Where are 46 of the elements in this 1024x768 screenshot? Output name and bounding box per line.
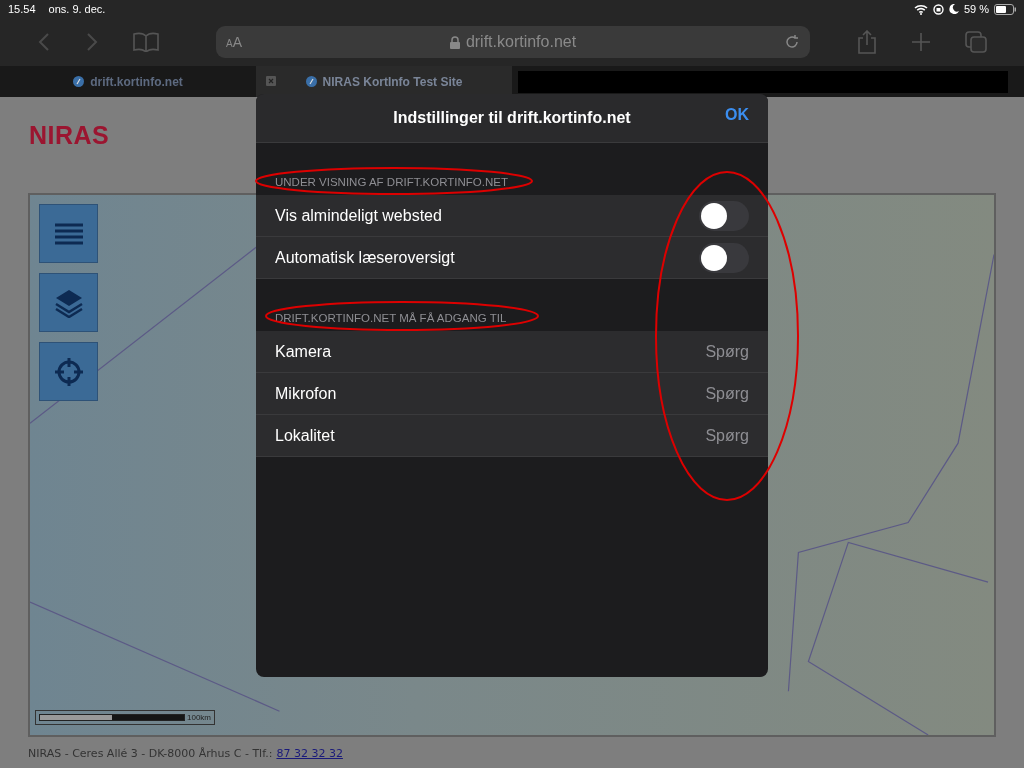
settings-row[interactable]: Lokalitet Spørg <box>256 415 768 457</box>
phone-link[interactable]: 87 32 32 32 <box>276 747 343 760</box>
permission-value: Spørg <box>705 426 749 445</box>
section-header: DRIFT.KORTINFO.NET MÅ FÅ ADGANG TIL <box>275 312 507 324</box>
settings-row[interactable]: Automatisk læseroversigt <box>256 237 768 279</box>
reload-icon[interactable] <box>784 34 800 50</box>
book-icon[interactable] <box>133 32 159 52</box>
back-icon[interactable] <box>37 32 51 52</box>
plus-icon[interactable] <box>911 32 931 52</box>
layers-icon <box>53 287 84 318</box>
wifi-icon <box>913 3 928 15</box>
battery-percent: 59 % <box>963 3 989 15</box>
locate-button[interactable] <box>39 342 98 401</box>
settings-row[interactable]: Mikrofon Spørg <box>256 373 768 415</box>
browser-tab[interactable]: drift.kortinfo.net <box>0 66 256 97</box>
compass-icon <box>305 76 317 87</box>
menu-icon <box>53 221 84 246</box>
footer-text: NIRAS - Ceres Allé 3 - DK-8000 Århus C - Tlf.: <box>28 747 273 760</box>
niras-logo: NIRAS <box>29 121 111 151</box>
permission-value: Spørg <box>705 384 749 403</box>
menu-button[interactable] <box>39 204 98 263</box>
settings-row[interactable]: Vis almindeligt websted <box>256 195 768 237</box>
compass-icon <box>73 76 85 87</box>
layers-button[interactable] <box>39 273 98 332</box>
moon-icon <box>948 4 959 14</box>
share-icon[interactable] <box>857 30 877 54</box>
status-time: 15.54 <box>8 3 36 15</box>
address-bar[interactable]: AA drift.kortinfo.net <box>216 26 810 58</box>
text-size-button[interactable]: AA <box>226 34 242 50</box>
close-icon[interactable] <box>266 76 276 86</box>
tabs-icon[interactable] <box>965 31 987 53</box>
ok-button[interactable]: OK <box>725 106 749 124</box>
permission-value: Spørg <box>705 342 749 361</box>
status-date: ons. 9. dec. <box>48 3 106 15</box>
forward-icon[interactable] <box>85 32 99 52</box>
lock-icon <box>449 35 460 49</box>
settings-row[interactable]: Kamera Spørg <box>256 331 768 373</box>
dialog-title: Indstillinger til drift.kortinfo.net <box>393 109 631 127</box>
crosshair-icon <box>53 356 84 387</box>
section-header: UNDER VISNING AF DRIFT.KORTINFO.NET <box>275 176 508 188</box>
battery-icon <box>994 3 1016 15</box>
toggle-switch[interactable] <box>699 200 749 231</box>
url-text: drift.kortinfo.net <box>465 33 577 51</box>
scale-bar: 100km <box>35 710 215 725</box>
toggle-switch[interactable] <box>699 242 749 273</box>
orientation-lock-icon <box>932 3 944 15</box>
